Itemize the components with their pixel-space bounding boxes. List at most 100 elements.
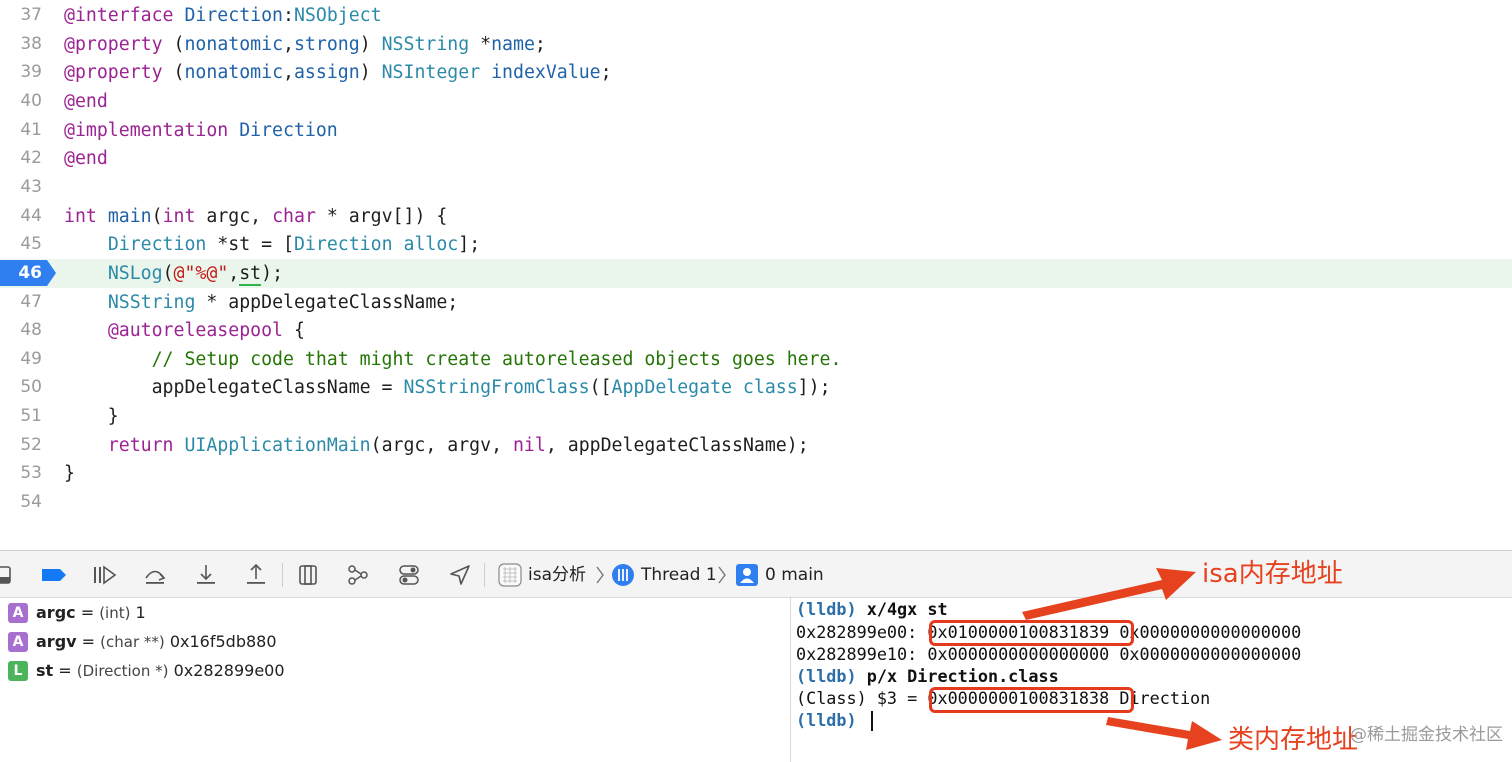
result-prefix: (Class) $3 = (796, 688, 918, 708)
code-token: argc, (195, 205, 273, 227)
lldb-prompt: (lldb) (796, 710, 857, 730)
code-line[interactable]: 54 (0, 488, 1512, 517)
code-token: UIApplicationMain (184, 434, 371, 456)
app-target-icon[interactable] (496, 561, 524, 589)
code-text: @interface Direction:NSObject (64, 1, 382, 30)
code-token: int (162, 205, 196, 227)
code-line[interactable]: 42 @end (0, 144, 1512, 173)
step-over-icon[interactable] (141, 561, 169, 589)
watermark: @稀土掘金技术社区 (1350, 725, 1503, 745)
line-number[interactable]: 37 (0, 1, 42, 30)
line-number[interactable]: 53 (0, 459, 42, 488)
class-highlight-box (929, 687, 1134, 713)
code-line[interactable]: 45 Direction *st = [Direction alloc]; (0, 230, 1512, 259)
code-token: : (283, 5, 294, 26)
variables-view[interactable]: Aargc = (int) 1 Aargv = (char **) 0x16f5d… (0, 598, 790, 762)
code-line[interactable]: 49 // Setup code that might create autor… (0, 345, 1512, 374)
line-number[interactable]: 44 (0, 202, 42, 231)
view-hierarchy-icon[interactable] (294, 561, 322, 589)
text-cursor (871, 711, 873, 731)
environment-overrides-icon[interactable] (395, 561, 423, 589)
code-text: } (64, 402, 119, 431)
code-line[interactable]: 44 int main(int argc, char * argv[]) { (0, 202, 1512, 231)
code-text: @property (nonatomic,strong) NSString *n… (64, 30, 546, 59)
line-number[interactable]: 49 (0, 345, 42, 374)
line-number[interactable]: 47 (0, 288, 42, 317)
variable-value: 0x282899e00 (168, 661, 285, 680)
hide-debug-area-icon[interactable] (0, 561, 20, 589)
continue-icon[interactable] (90, 561, 118, 589)
line-number[interactable]: 41 (0, 116, 42, 145)
code-line[interactable]: 39 @property (nonatomic,assign) NSInteger… (0, 58, 1512, 87)
code-text: int main(int argc, char * argv[]) { (64, 202, 447, 231)
code-editor[interactable]: 37 @interface Direction:NSObject 38 @proper… (0, 0, 1512, 550)
variable-row[interactable]: Lst = (Direction *) 0x282899e00 (8, 657, 285, 685)
line-number[interactable]: 38 (0, 30, 42, 59)
line-number[interactable]: 54 (0, 488, 42, 517)
line-number[interactable]: 42 (0, 144, 42, 173)
code-line[interactable]: 50 appDelegateClassName = NSStringFromCl… (0, 373, 1512, 402)
code-token: ; (600, 62, 612, 84)
lldb-prompt: (lldb) (796, 666, 857, 686)
code-token: alloc (403, 234, 459, 256)
step-into-icon[interactable] (192, 561, 220, 589)
code-line[interactable]: 41 @implementation Direction (0, 116, 1512, 145)
thread-icon (609, 561, 637, 589)
isa-annotation-label: isa内存地址 (1202, 559, 1343, 589)
code-text: appDelegateClassName = NSStringFromClass… (64, 373, 831, 402)
code-line[interactable]: 37 @interface Direction:NSObject (0, 1, 1512, 30)
breakpoints-toggle-icon[interactable] (40, 561, 68, 589)
memory-value: 0x0000000000000000 (927, 644, 1110, 664)
line-number[interactable]: 50 (0, 373, 42, 402)
code-token: * (469, 33, 492, 55)
line-number[interactable]: 39 (0, 58, 42, 87)
code-line[interactable]: 40 @end (0, 87, 1512, 116)
current-line[interactable]: 46 NSLog(@"%@",st); (0, 258, 1512, 288)
breadcrumb-thread[interactable]: Thread 1 (641, 551, 717, 599)
step-out-icon[interactable] (242, 561, 270, 589)
code-text: @end (64, 144, 108, 173)
memory-address: 0x282899e00: (796, 622, 918, 642)
code-token: ( (162, 62, 185, 84)
variable-type: (int) (99, 604, 131, 622)
line-number[interactable]: 45 (0, 230, 42, 259)
line-number[interactable]: 52 (0, 431, 42, 460)
line-number[interactable]: 43 (0, 173, 42, 202)
variable-row[interactable]: Aargc = (int) 1 (8, 599, 146, 627)
variable-name: argc (36, 603, 76, 622)
code-line[interactable]: 53} (0, 459, 1512, 488)
code-token: Direction (293, 234, 393, 256)
code-line[interactable]: 51 } (0, 402, 1512, 431)
code-line[interactable]: 38 @property (nonatomic,strong) NSString … (0, 30, 1512, 59)
code-line[interactable]: 48 @autoreleasepool { (0, 316, 1512, 345)
line-number[interactable]: 46 (0, 259, 42, 288)
code-token: ; (534, 33, 546, 55)
code-line[interactable]: 52 return UIApplicationMain(argc, argv, … (0, 431, 1512, 460)
line-number[interactable]: 48 (0, 316, 42, 345)
code-token: @interface (64, 5, 174, 26)
variable-row[interactable]: Aargv = (char **) 0x16f5db880 (8, 628, 277, 656)
code-line[interactable]: 43 (0, 173, 1512, 202)
code-token: ) (359, 62, 382, 84)
line-number[interactable]: 51 (0, 402, 42, 431)
breadcrumb-target[interactable]: isa分析 (528, 551, 586, 599)
chevron-right-icon (595, 563, 605, 587)
code-token: ]; (458, 234, 481, 256)
code-token: ([ (589, 377, 612, 399)
code-token: @implementation (64, 119, 229, 141)
code-token: @end (64, 148, 108, 170)
line-number[interactable]: 40 (0, 87, 42, 116)
console-command: p/x Direction.class (866, 666, 1059, 686)
breadcrumb-frame[interactable]: 0 main (765, 551, 824, 599)
code-token: ( (162, 262, 174, 284)
memory-graph-icon[interactable] (344, 561, 372, 589)
simulate-location-icon[interactable] (446, 561, 474, 589)
code-line[interactable]: 47 NSString * appDelegateClassName; (0, 288, 1512, 317)
code-text: Direction *st = [Direction alloc]; (64, 230, 480, 259)
toolbar-separator (282, 563, 283, 587)
code-token: int (64, 205, 97, 227)
